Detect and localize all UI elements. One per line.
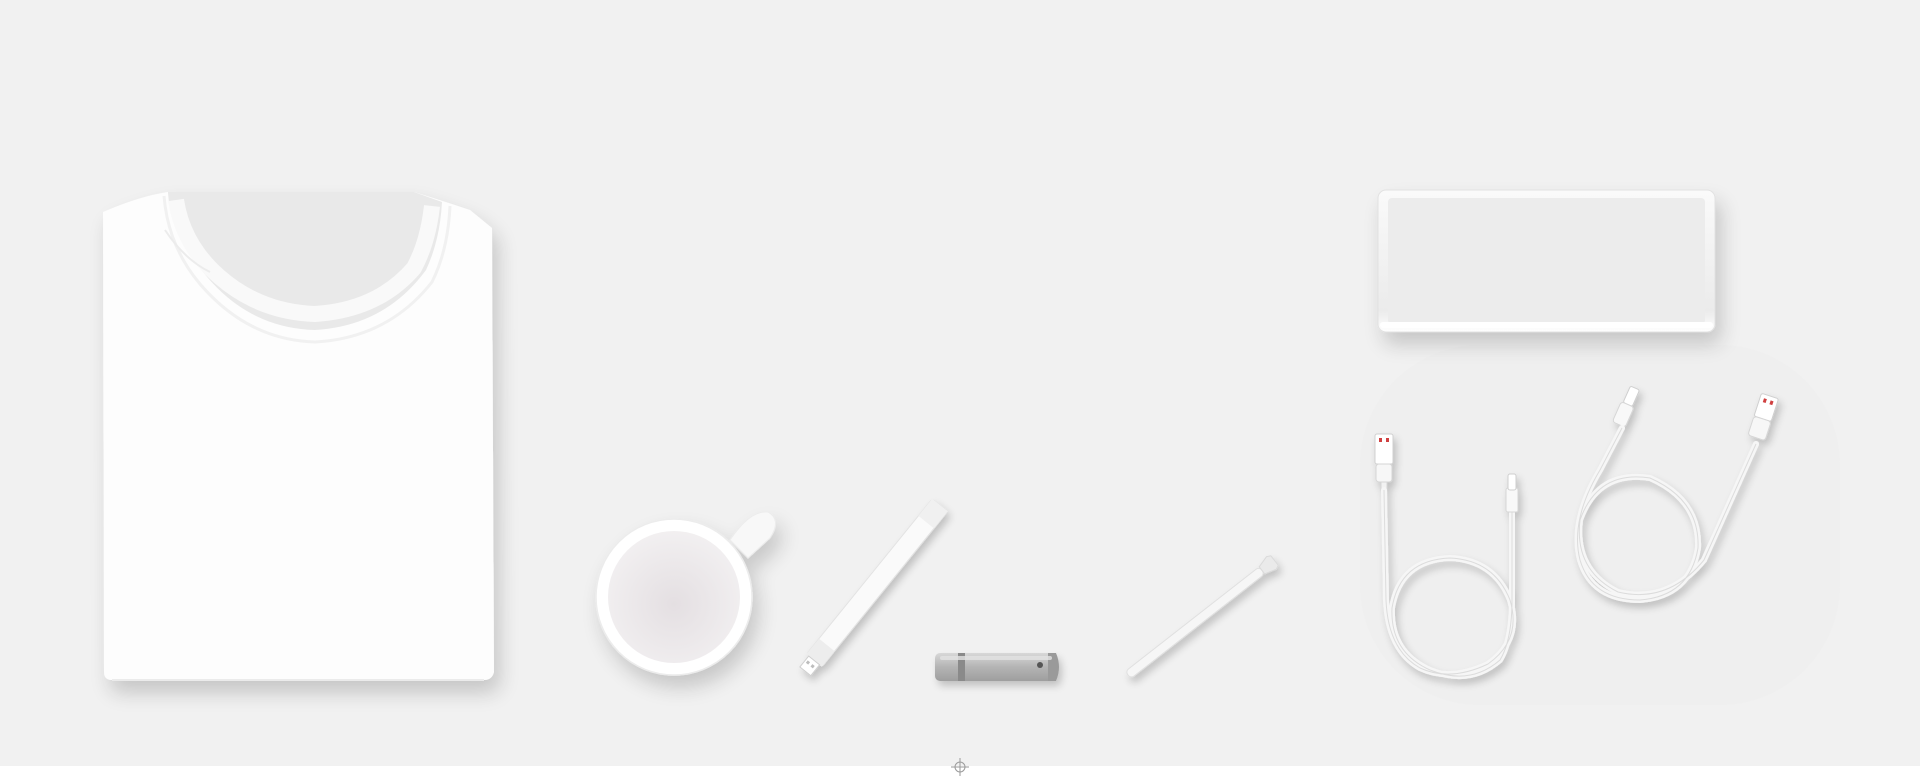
folded-tshirt xyxy=(103,192,494,681)
usb-stick-white xyxy=(799,498,948,677)
power-bank xyxy=(1377,189,1716,333)
scene-canvas xyxy=(103,189,1840,705)
coffee-mug xyxy=(595,511,776,676)
usb-flash-drive-grey xyxy=(935,653,1059,681)
crosshair-icon xyxy=(950,757,970,777)
product-mockup-scene xyxy=(0,0,1920,778)
pen xyxy=(1126,555,1279,678)
